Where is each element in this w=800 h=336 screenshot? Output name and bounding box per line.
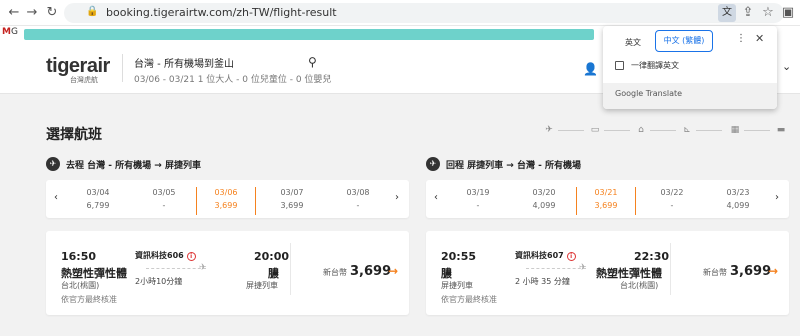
more-options-icon[interactable]: ⋮ xyxy=(736,33,746,44)
translate-popup: 英文 中文 (繁體) ⋮ ✕ 一律翻譯英文 Google Translate xyxy=(603,26,777,109)
prev-date-arrow-icon[interactable]: ‹ xyxy=(54,192,58,203)
share-icon[interactable]: ⇪ xyxy=(740,5,756,21)
date-cell[interactable]: 03/20 4,099 xyxy=(514,187,574,215)
next-date-arrow-icon[interactable]: › xyxy=(395,192,399,203)
flight-number[interactable]: 資訊科技607 i xyxy=(515,250,576,261)
step-divider xyxy=(696,130,722,131)
info-icon[interactable]: i xyxy=(566,252,576,261)
baggage-step-icon: ⌂ xyxy=(638,125,644,135)
addon-step-icon: ▦ xyxy=(730,125,740,135)
tab-chinese-traditional[interactable]: 中文 (繁體) xyxy=(655,30,713,52)
arrival-time: 20:00 xyxy=(254,250,290,263)
gmail-bookmark[interactable]: MG xyxy=(2,27,18,37)
currency-label: 新台幣 xyxy=(323,268,347,277)
flight-step-icon: ✈ xyxy=(545,125,553,135)
flight-duration: 2小時10分鐘 xyxy=(135,277,183,286)
arrival-time: 22:30 xyxy=(634,250,670,263)
currency-label: 新台幣 xyxy=(703,268,727,277)
step-divider xyxy=(558,130,584,131)
fare-price[interactable]: 3,699 xyxy=(350,264,391,279)
plane-icon: ✈ xyxy=(199,263,207,273)
departure-station: 屏捷列車 xyxy=(441,281,473,290)
google-translate-brand: Google Translate xyxy=(615,89,683,98)
logo-subtitle: 台灣虎航 xyxy=(70,76,98,84)
route-line xyxy=(526,268,586,269)
user-icon[interactable]: 👤 xyxy=(583,62,598,76)
route-summary[interactable]: 03/06 - 03/21 1 位大人 - 0 位兒童位 - 0 位嬰兒 xyxy=(134,72,331,85)
arrival-station: 屏捷列車 xyxy=(246,281,278,290)
route-title[interactable]: 台灣 - 所有機場到釜山 xyxy=(134,55,234,70)
arrival-city: 熱塑性彈性體 xyxy=(596,267,662,280)
return-plane-icon: ✈ xyxy=(426,157,440,171)
extension-icon[interactable]: ▣ xyxy=(780,5,796,21)
arrival-city: 膿 xyxy=(268,267,279,280)
passenger-step-icon: ▭ xyxy=(590,125,600,135)
step-divider xyxy=(744,130,770,131)
select-arrow-icon[interactable]: → xyxy=(388,264,398,278)
departure-airport: 台北(桃園) xyxy=(61,281,100,290)
date-cell-selected[interactable]: 03/21 3,699 xyxy=(576,187,636,215)
forward-arrow-icon[interactable]: → xyxy=(24,5,40,21)
info-icon[interactable]: i xyxy=(186,252,196,261)
always-translate-label[interactable]: 一律翻譯英文 xyxy=(631,60,679,71)
departure-time: 16:50 xyxy=(61,250,97,263)
flight-duration: 2 小時 35 分鐘 xyxy=(515,277,570,286)
search-icon[interactable]: ⚲ xyxy=(308,55,317,69)
approval-note: 依官方最終核准 xyxy=(441,295,497,304)
departure-time: 20:55 xyxy=(441,250,477,263)
url-text[interactable]: booking.tigerairtw.com/zh-TW/flight-resu… xyxy=(106,5,337,21)
date-cell[interactable]: 03/23 4,099 xyxy=(708,187,768,215)
step-divider xyxy=(650,130,676,131)
redacted-bookmarks xyxy=(24,29,594,40)
bookmark-star-icon[interactable]: ☆ xyxy=(760,5,776,21)
route-line xyxy=(146,268,206,269)
date-cell[interactable]: 03/04 6,799 xyxy=(68,187,128,215)
step-divider xyxy=(604,130,630,131)
payment-step-icon: ▬ xyxy=(776,125,786,135)
chevron-down-icon[interactable]: ⌄ xyxy=(782,60,791,73)
next-date-arrow-icon[interactable]: › xyxy=(775,192,779,203)
close-icon[interactable]: ✕ xyxy=(755,32,764,45)
date-cell[interactable]: 03/08- xyxy=(328,187,388,215)
outbound-heading: 去程 台灣 - 所有機場 → 屏捷列車 xyxy=(66,161,201,171)
reload-icon[interactable]: ↻ xyxy=(44,5,60,21)
date-cell[interactable]: 03/07 3,699 xyxy=(262,187,322,215)
select-arrow-icon[interactable]: → xyxy=(768,264,778,278)
flight-number[interactable]: 資訊科技606 i xyxy=(135,250,196,261)
header-divider xyxy=(122,54,123,82)
arrival-airport: 台北(桃園) xyxy=(620,281,659,290)
prev-date-arrow-icon[interactable]: ‹ xyxy=(434,192,438,203)
seat-step-icon: ⊾ xyxy=(683,125,691,135)
outbound-date-bar: ‹ 03/04 6,799 03/05- 03/06 3,699 03/07 3,69… xyxy=(46,180,409,218)
approval-note: 依官方最終核准 xyxy=(61,295,117,304)
inbound-date-bar: ‹ 03/19- 03/20 4,099 03/21 3,699 03/22- 03… xyxy=(426,180,789,218)
plane-icon: ✈ xyxy=(579,263,587,273)
departure-city: 膿 xyxy=(441,267,452,280)
date-cell[interactable]: 03/05- xyxy=(134,187,194,215)
inbound-flight-card[interactable]: 20:55 膿 屏捷列車 資訊科技607 i ✈ 2 小時 35 分鐘 22:30… xyxy=(426,231,789,315)
card-divider xyxy=(290,243,291,295)
outbound-flight-card[interactable]: 16:50 熱塑性彈性體 台北(桃園) 資訊科技606 i ✈ 2小時10分鐘 2… xyxy=(46,231,409,315)
inbound-heading: 回程 屏捷列車 → 台灣 - 所有機場 xyxy=(446,161,581,171)
lock-icon[interactable]: 🔒 xyxy=(86,6,98,17)
card-divider xyxy=(670,243,671,295)
date-cell[interactable]: 03/19- xyxy=(448,187,508,215)
tab-english[interactable]: 英文 xyxy=(615,33,651,53)
date-cell-selected[interactable]: 03/06 3,699 xyxy=(196,187,256,215)
departure-plane-icon: ✈ xyxy=(46,157,60,171)
always-translate-checkbox[interactable] xyxy=(615,61,624,70)
date-cell[interactable]: 03/22- xyxy=(642,187,702,215)
back-arrow-icon[interactable]: ← xyxy=(6,5,22,21)
page-title: 選擇航班 xyxy=(46,127,102,143)
fare-price[interactable]: 3,699 xyxy=(730,264,771,279)
translate-icon[interactable]: 文 xyxy=(718,4,736,22)
departure-city: 熱塑性彈性體 xyxy=(61,267,127,280)
